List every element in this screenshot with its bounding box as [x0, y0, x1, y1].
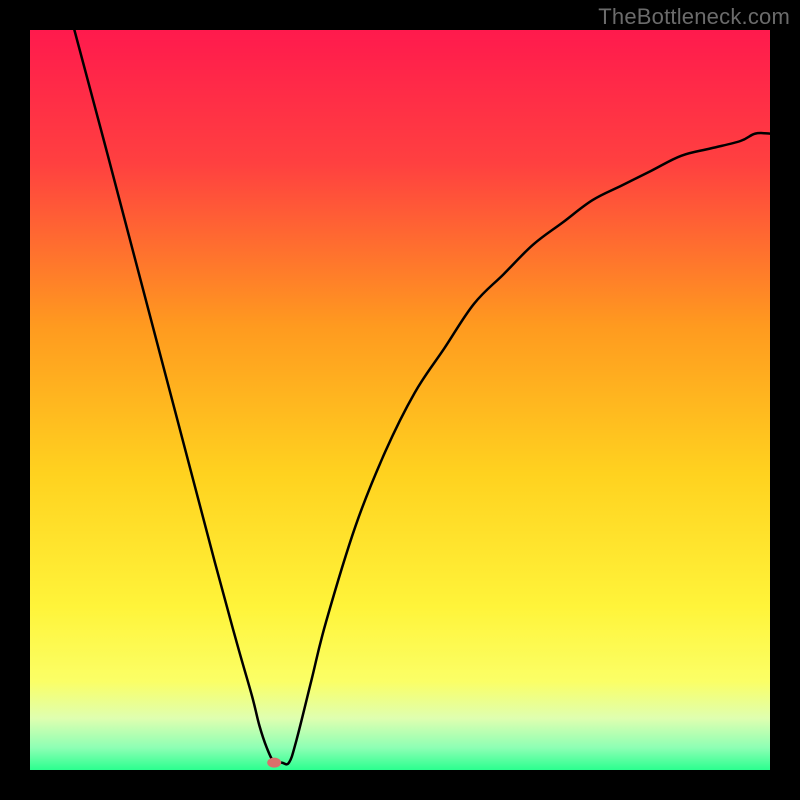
optimum-marker [267, 758, 281, 768]
gradient-background [30, 30, 770, 770]
chart-frame: TheBottleneck.com [0, 0, 800, 800]
watermark-text: TheBottleneck.com [598, 4, 790, 30]
plot-area [30, 30, 770, 770]
chart-svg [30, 30, 770, 770]
